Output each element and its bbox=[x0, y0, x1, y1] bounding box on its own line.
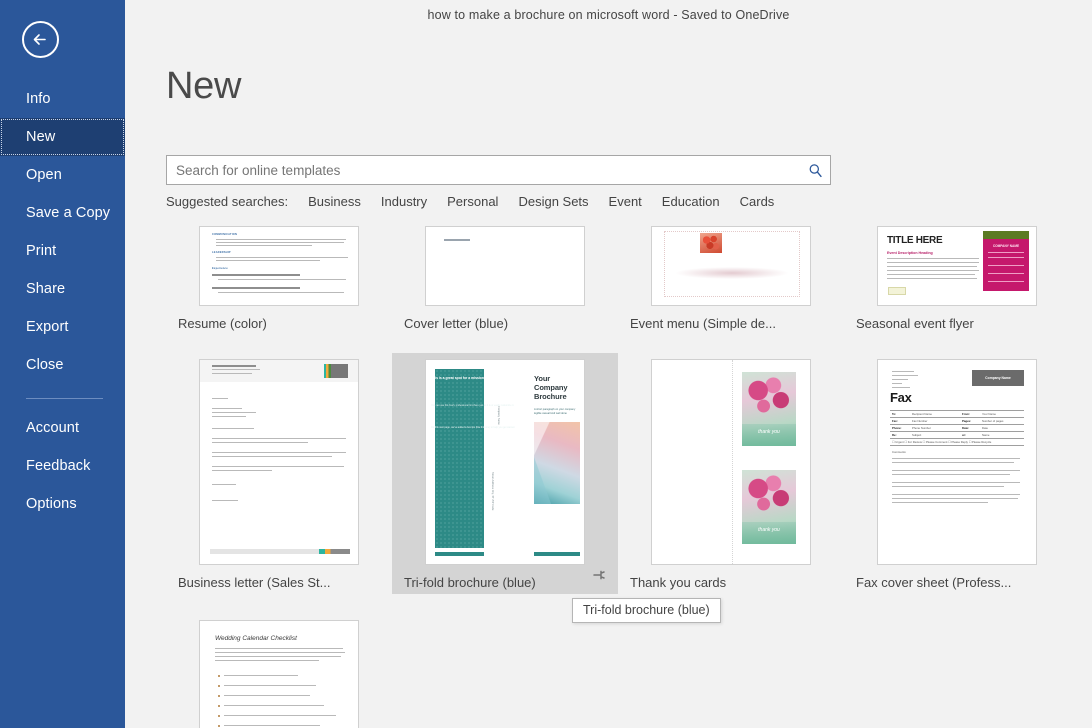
template-thumbnail: COMMUNICATION LEADERSHIP Experience bbox=[199, 226, 359, 306]
template-name: Resume (color) bbox=[178, 316, 267, 331]
thumb-fax-comments: Comments: bbox=[892, 450, 906, 454]
template-name: Thank you cards bbox=[630, 575, 726, 590]
template-tooltip: Tri-fold brochure (blue) bbox=[572, 598, 721, 623]
template-thumbnail: Wedding Calendar Checklist bbox=[199, 620, 359, 728]
thumb-fax-title: Fax bbox=[890, 390, 912, 405]
template-tile-business-letter[interactable]: Business letter (Sales St... bbox=[166, 353, 392, 594]
template-name: Seasonal event flyer bbox=[856, 316, 974, 331]
template-tile-event-menu[interactable]: Event menu (Simple de... bbox=[618, 220, 844, 335]
sidebar-item-save-a-copy[interactable]: Save a Copy bbox=[0, 194, 125, 232]
sidebar-item-label: Feedback bbox=[26, 458, 90, 474]
sidebar-item-print[interactable]: Print bbox=[0, 232, 125, 270]
back-arrow-icon bbox=[24, 23, 57, 56]
template-tile-seasonal-event-flyer[interactable]: TITLE HERE Event Description Heading COM… bbox=[844, 220, 1070, 335]
backstage-sidebar: Info New Open Save a Copy Print Share Ex… bbox=[0, 0, 125, 728]
thumb-flyer-title: TITLE HERE bbox=[887, 235, 942, 246]
title-bar: how to make a brochure on microsoft word… bbox=[125, 0, 1092, 30]
template-thumbnail: thank you thank you bbox=[651, 359, 811, 565]
magnifier-glyph bbox=[808, 163, 823, 178]
template-thumbnail: Company Name Fax To: Recipient Name From… bbox=[877, 359, 1037, 565]
template-thumbnail: This is a great spot for a mission state… bbox=[425, 359, 585, 565]
template-tile-thank-you-cards[interactable]: thank you thank you Thank you cards bbox=[618, 353, 844, 594]
sidebar-item-label: Export bbox=[26, 319, 69, 335]
template-tile-fax-cover-sheet[interactable]: Company Name Fax To: Recipient Name From… bbox=[844, 353, 1070, 594]
sidebar-item-options[interactable]: Options bbox=[0, 485, 125, 523]
sidebar-item-label: Info bbox=[26, 91, 51, 107]
sidebar-item-label: Share bbox=[26, 281, 65, 297]
template-row-1: COMMUNICATION LEADERSHIP Experience bbox=[166, 220, 1076, 335]
search-input[interactable] bbox=[167, 156, 800, 184]
sidebar-item-label: Options bbox=[26, 496, 77, 512]
sidebar-item-share[interactable]: Share bbox=[0, 270, 125, 308]
word-backstage-screen: Info New Open Save a Copy Print Share Ex… bbox=[0, 0, 1092, 728]
sidebar-item-account[interactable]: Account bbox=[0, 409, 125, 447]
template-row-3: Wedding Calendar Checklist bbox=[166, 614, 1076, 728]
thumb-flyer-company: COMPANY NAME bbox=[985, 244, 1027, 248]
template-tile-tri-fold-brochure[interactable]: This is a great spot for a mission state… bbox=[392, 353, 618, 594]
back-button[interactable] bbox=[22, 21, 59, 58]
sidebar-item-label: Close bbox=[26, 357, 64, 373]
suggested-link-education[interactable]: Education bbox=[662, 194, 720, 209]
sidebar-divider bbox=[26, 398, 103, 399]
thumb-wedding-title: Wedding Calendar Checklist bbox=[215, 635, 297, 642]
suggested-link-design-sets[interactable]: Design Sets bbox=[518, 194, 588, 209]
sidebar-item-label: Account bbox=[26, 420, 79, 436]
template-name: Cover letter (blue) bbox=[404, 316, 508, 331]
thumb-brochure-vertical-1: Company Name bbox=[496, 406, 500, 425]
template-thumbnail bbox=[199, 359, 359, 565]
template-tile-resume-color[interactable]: COMMUNICATION LEADERSHIP Experience bbox=[166, 220, 392, 335]
template-tile-cover-letter-blue[interactable]: Cover letter (blue) bbox=[392, 220, 618, 335]
sidebar-item-close[interactable]: Close bbox=[0, 346, 125, 384]
template-grid: COMMUNICATION LEADERSHIP Experience bbox=[166, 220, 1076, 728]
suggested-searches: Suggested searches: Business Industry Pe… bbox=[166, 194, 794, 209]
backstage-nav: Info New Open Save a Copy Print Share Ex… bbox=[0, 80, 125, 523]
template-thumbnail bbox=[425, 226, 585, 306]
template-thumbnail: TITLE HERE Event Description Heading COM… bbox=[877, 226, 1037, 306]
template-thumbnail bbox=[651, 226, 811, 306]
sidebar-item-label: Save a Copy bbox=[26, 205, 110, 221]
pin-icon[interactable] bbox=[592, 568, 606, 587]
thumb-thankyou-caption: thank you bbox=[742, 527, 796, 533]
new-document-pane: New Suggested searches: Business Industr… bbox=[125, 30, 1092, 728]
thumb-brochure-title: Your Company Brochure bbox=[534, 374, 582, 401]
pin-glyph bbox=[592, 568, 606, 582]
suggested-link-business[interactable]: Business bbox=[308, 194, 361, 209]
thumb-flyer-subtitle: Event Description Heading bbox=[887, 251, 933, 255]
thumb-fax-logo: Company Name bbox=[972, 370, 1024, 386]
document-title: how to make a brochure on microsoft word… bbox=[428, 8, 790, 22]
suggested-link-cards[interactable]: Cards bbox=[740, 194, 775, 209]
sidebar-item-new[interactable]: New bbox=[0, 118, 125, 156]
template-name: Tri-fold brochure (blue) bbox=[404, 575, 536, 590]
sidebar-item-open[interactable]: Open bbox=[0, 156, 125, 194]
thumb-thankyou-caption: thank you bbox=[742, 429, 796, 435]
suggested-searches-label: Suggested searches: bbox=[166, 194, 288, 209]
sidebar-item-label: New bbox=[26, 129, 55, 145]
thumb-brochure-subtitle: A short paragraph on your company legibl… bbox=[534, 408, 578, 416]
suggested-link-event[interactable]: Event bbox=[609, 194, 642, 209]
template-search-box[interactable] bbox=[166, 155, 831, 185]
search-icon[interactable] bbox=[800, 156, 830, 184]
suggested-link-personal[interactable]: Personal bbox=[447, 194, 498, 209]
sidebar-item-info[interactable]: Info bbox=[0, 80, 125, 118]
template-row-2: Business letter (Sales St... This is a g… bbox=[166, 353, 1076, 594]
sidebar-item-export[interactable]: Export bbox=[0, 308, 125, 346]
suggested-link-industry[interactable]: Industry bbox=[381, 194, 427, 209]
template-name: Event menu (Simple de... bbox=[630, 316, 776, 331]
template-name: Fax cover sheet (Profess... bbox=[856, 575, 1011, 590]
template-tile-wedding-checklist[interactable]: Wedding Calendar Checklist bbox=[166, 614, 392, 728]
sidebar-item-feedback[interactable]: Feedback bbox=[0, 447, 125, 485]
sidebar-item-label: Open bbox=[26, 167, 62, 183]
template-name: Business letter (Sales St... bbox=[178, 575, 330, 590]
sidebar-item-label: Print bbox=[26, 243, 56, 259]
page-title: New bbox=[166, 65, 241, 108]
thumb-brochure-vertical-2: Street Address City, ST ZIP Code bbox=[490, 472, 494, 510]
